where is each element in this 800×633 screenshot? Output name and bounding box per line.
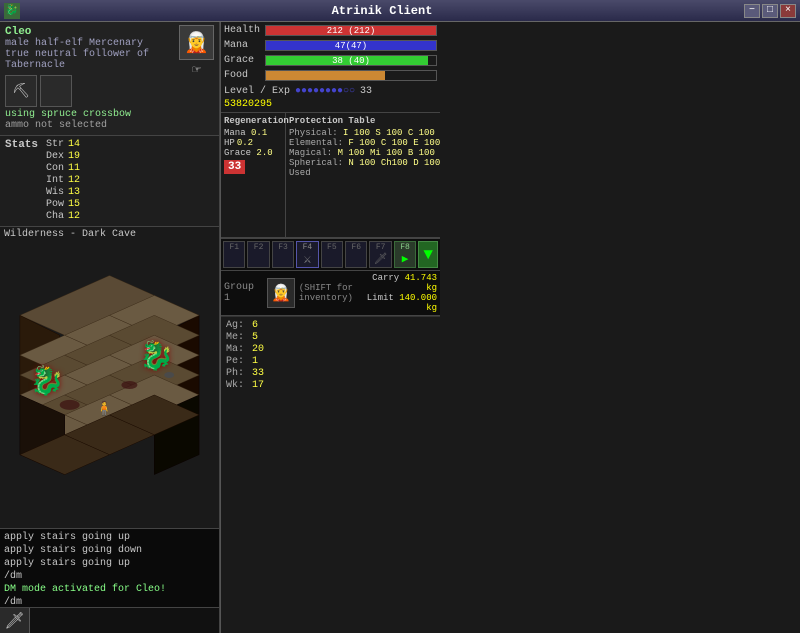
hotkey-f3[interactable]: F3 (272, 241, 294, 268)
titlebar-left: 🐉 (4, 3, 20, 19)
prot-row-1: Elemental: F 100 C 100 E 100 P 100 A 100 (289, 138, 440, 148)
hotkey-f5[interactable]: F5 (321, 241, 343, 268)
chat-input[interactable] (30, 608, 219, 633)
group-row: Group 1 🧝 (SHIFT for inventory) Carry 41… (221, 271, 440, 316)
mana-value: 47(47) (266, 41, 436, 52)
grace-regen: Grace 2.0 (224, 148, 282, 158)
group-label: Group 1 (224, 282, 263, 304)
right-column: Health 212 (212) Mana 47(47) Grace (220, 22, 440, 633)
stat-wis: Wis13 (46, 187, 84, 198)
prot-row-2: Magical: M 100 Mi 100 B 100 P 100 F 100 (289, 148, 440, 158)
grace-bar: Grace 38 (40) (224, 55, 437, 66)
minimize-button[interactable]: − (744, 4, 760, 18)
item-description: using spruce crossbow (5, 109, 214, 120)
stat-cha: Cha12 (46, 211, 84, 222)
stat-pow: Pow15 (46, 199, 84, 210)
chat-input-row: 🗡 (0, 607, 219, 633)
window-controls: − □ × (744, 4, 796, 18)
level-value: 33 (360, 86, 372, 97)
skill-pe: Pe:1 (226, 356, 435, 367)
weapon-slot[interactable]: ⛏ (5, 75, 37, 107)
hotkey-f7[interactable]: F7🗡 (369, 241, 391, 268)
food-bar: Food (224, 70, 437, 81)
health-bar: Health 212 (212) (224, 25, 437, 36)
grace-label: Grace (224, 55, 262, 66)
svg-text:🐉: 🐉 (30, 364, 65, 399)
stats-title: Stats (5, 139, 38, 221)
main-layout: Cleo male half-elf Mercenary true neutra… (0, 22, 800, 633)
char-inventory-slot[interactable]: 🧝 (267, 278, 295, 308)
offhand-slot[interactable] (40, 75, 72, 107)
left-panel: Cleo male half-elf Mercenary true neutra… (0, 22, 220, 633)
hp-badge: 33 (224, 160, 245, 174)
map-svg: 🐉 🐉 🐉 🐉 🧍 (0, 242, 219, 528)
stat-int: Int12 (46, 175, 84, 186)
skill-ma: Ma:20 (226, 344, 435, 355)
hotbar: F1 F2 F3 F4⚔ F5 F6 F7🗡 F8▶ ▼ (221, 238, 440, 271)
app-icon: 🐉 (4, 3, 20, 19)
mana-bar: Mana 47(47) (224, 40, 437, 51)
map-location: Wilderness - Dark Cave (4, 229, 136, 240)
prot-row-3: Spherical: N 100 Ch100 D 100 Sp100 Co100 (289, 158, 440, 168)
mana-label: Mana (224, 40, 262, 51)
maximize-button[interactable]: □ (762, 4, 778, 18)
exp-number: 53820295 (224, 99, 272, 110)
hotkey-f6[interactable]: F6 (345, 241, 367, 268)
stats-section: Stats Str14 Dex19 Con11 Int12 Wis13 Pow1… (0, 136, 219, 227)
hotkey-f4[interactable]: F4⚔ (296, 241, 318, 268)
hotkey-f2[interactable]: F2 (247, 241, 269, 268)
carry-label: Carry (372, 273, 399, 283)
stat-str: Str14 (46, 139, 84, 150)
skill-ag: Ag:6 (226, 320, 435, 331)
skill-wk: Wk:17 (226, 380, 435, 391)
stat-dex: Dex19 (46, 151, 84, 162)
regen-panel: Regeneration Mana 0.1 HP 0.2 Grace 2.0 3… (221, 113, 286, 237)
carry-info: Carry 41.743 kg Limit 140.000 kg (357, 273, 437, 313)
food-label: Food (224, 70, 262, 81)
character-info: Cleo male half-elf Mercenary true neutra… (0, 22, 219, 136)
health-label: Health (224, 25, 262, 36)
stat-con: Con11 (46, 163, 84, 174)
scroll-down-button[interactable]: ▼ (418, 241, 438, 268)
chat-log: apply stairs going upapply stairs going … (0, 529, 219, 607)
protection-panel: Protection Table Physical: I 100 S 100 C… (286, 113, 440, 237)
skill-ph: Ph:33 (226, 368, 435, 379)
hp-regen: HP 0.2 (224, 138, 282, 148)
carry-value: 41.743 kg (405, 273, 437, 293)
chat-area: apply stairs going upapply stairs going … (0, 528, 219, 633)
mana-regen: Mana 0.1 (224, 128, 282, 138)
item-slots: ⛏ (5, 75, 214, 107)
used-label: Used (289, 168, 440, 178)
cursor-icon: ☞ (192, 62, 200, 79)
item-ammo: ammo not selected (5, 120, 214, 131)
game-viewport[interactable]: Wilderness - Dark Cave (0, 227, 219, 528)
prot-row-0: Physical: I 100 S 100 C 100 P 100 W 100 (289, 128, 440, 138)
skill-me: Me:5 (226, 332, 435, 343)
titlebar: 🐉 Atrinik Client − □ × (0, 0, 800, 22)
exp-dots: ●●●●●●●●○○ (295, 86, 355, 97)
health-value: 212 (212) (266, 26, 436, 37)
regen-title: Regeneration (224, 116, 282, 126)
window-title: Atrinik Client (20, 4, 744, 18)
exp-value-row: 53820295 (224, 99, 437, 110)
grace-value: 38 (40) (266, 56, 436, 67)
chat-icon: 🗡 (0, 608, 30, 633)
svg-text:🐉: 🐉 (139, 339, 174, 374)
stats-list: Str14 Dex19 Con11 Int12 Wis13 Pow15 Cha1… (46, 139, 84, 223)
hotkey-f8[interactable]: F8▶ (394, 241, 416, 268)
stats-bars-section: Health 212 (212) Mana 47(47) Grace (221, 22, 440, 113)
protection-title: Protection Table (289, 116, 440, 126)
level-exp-row: Level / Exp ●●●●●●●●○○ 33 (224, 86, 437, 97)
avatar: 🧝 (179, 25, 214, 60)
inv-hint: (SHIFT for inventory) (299, 283, 353, 303)
skill-group-display: Ag:6 Me:5 Ma:20 Pe:1 Ph:33 Wk:17 (221, 316, 440, 633)
limit-label: Limit (367, 293, 394, 303)
close-button[interactable]: × (780, 4, 796, 18)
limit-value: 140.000 kg (399, 293, 437, 313)
hotkey-f1[interactable]: F1 (223, 241, 245, 268)
